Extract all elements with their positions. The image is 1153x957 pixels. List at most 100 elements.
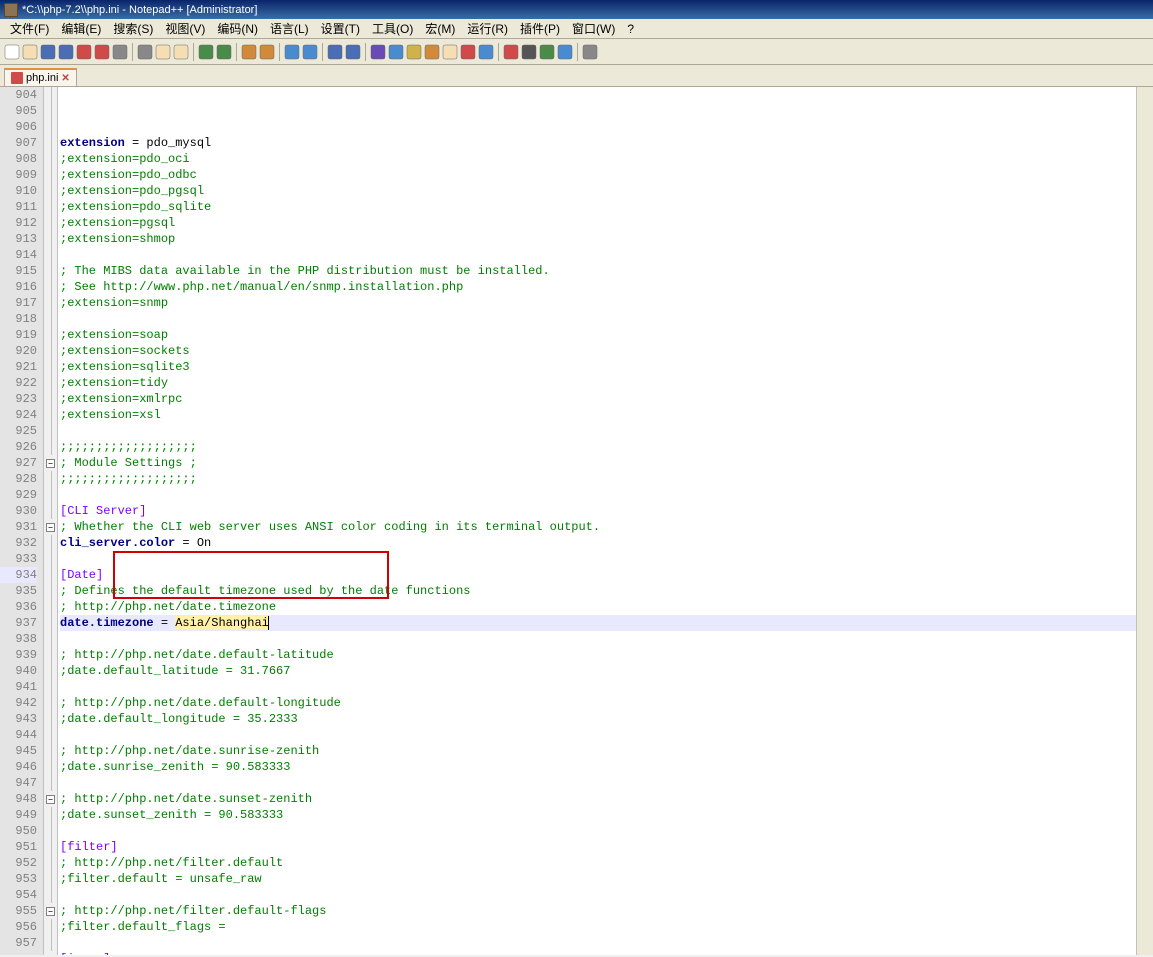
fold-toggle[interactable]: − (46, 459, 55, 468)
menu-o[interactable]: 工具(O) (366, 18, 419, 39)
copy-icon[interactable] (155, 44, 171, 60)
replace-icon[interactable] (259, 44, 275, 60)
code-line[interactable]: ;extension=tidy (60, 375, 1136, 391)
menu-s[interactable]: 搜索(S) (107, 18, 159, 39)
code-line[interactable] (60, 935, 1136, 951)
menu-n[interactable]: 编码(N) (211, 18, 264, 39)
macro-rec-icon[interactable] (503, 44, 519, 60)
monitor-icon[interactable] (582, 44, 598, 60)
code-line[interactable]: ;extension=pgsql (60, 215, 1136, 231)
code-line[interactable]: ;extension=xmlrpc (60, 391, 1136, 407)
fold-toggle[interactable]: − (46, 795, 55, 804)
menu-f[interactable]: 文件(F) (4, 18, 55, 39)
code-line[interactable]: ;;;;;;;;;;;;;;;;;;; (60, 471, 1136, 487)
menu-t[interactable]: 设置(T) (315, 18, 366, 39)
code-line[interactable] (60, 775, 1136, 791)
code-line[interactable]: ;filter.default = unsafe_raw (60, 871, 1136, 887)
print-icon[interactable] (112, 44, 128, 60)
code-line[interactable]: ; http://php.net/filter.default (60, 855, 1136, 871)
code-line[interactable] (60, 551, 1136, 567)
fold-toggle[interactable]: − (46, 907, 55, 916)
code-line[interactable] (60, 487, 1136, 503)
close-all-icon[interactable] (94, 44, 110, 60)
code-line[interactable] (60, 423, 1136, 439)
save-all-icon[interactable] (58, 44, 74, 60)
vertical-scrollbar[interactable] (1136, 87, 1153, 955)
code-line[interactable]: [iconv] (60, 951, 1136, 955)
code-line[interactable]: ;date.default_latitude = 31.7667 (60, 663, 1136, 679)
code-line[interactable]: ; http://php.net/date.sunset-zenith (60, 791, 1136, 807)
code-line[interactable]: ;extension=sockets (60, 343, 1136, 359)
code-line[interactable]: ;extension=soap (60, 327, 1136, 343)
code-line[interactable]: ;extension=pdo_sqlite (60, 199, 1136, 215)
menu-v[interactable]: 视图(V) (159, 18, 211, 39)
code-line[interactable]: ;extension=sqlite3 (60, 359, 1136, 375)
lang-icon[interactable] (424, 44, 440, 60)
open-icon[interactable] (22, 44, 38, 60)
menu-[interactable]: ? (621, 20, 640, 38)
code-line[interactable]: ;extension=pdo_odbc (60, 167, 1136, 183)
zoom-out-icon[interactable] (302, 44, 318, 60)
code-line[interactable] (60, 727, 1136, 743)
code-line[interactable]: ; http://php.net/date.default-longitude (60, 695, 1136, 711)
code-line[interactable]: ;extension=shmop (60, 231, 1136, 247)
func-list-icon[interactable] (478, 44, 494, 60)
indent-guide-icon[interactable] (406, 44, 422, 60)
redo-icon[interactable] (216, 44, 232, 60)
code-line[interactable]: ; http://php.net/date.default-latitude (60, 647, 1136, 663)
code-line[interactable]: ;extension=pdo_pgsql (60, 183, 1136, 199)
sync-h-icon[interactable] (345, 44, 361, 60)
menu-r[interactable]: 运行(R) (461, 18, 514, 39)
fold-column[interactable]: − − − − (44, 87, 58, 955)
code-line[interactable]: ;date.default_longitude = 35.2333 (60, 711, 1136, 727)
doc-map-icon[interactable] (460, 44, 476, 60)
macro-play-icon[interactable] (539, 44, 555, 60)
sync-v-icon[interactable] (327, 44, 343, 60)
code-line[interactable]: ; Defines the default timezone used by t… (60, 583, 1136, 599)
tab-php-ini[interactable]: php.ini ✕ (4, 68, 77, 86)
code-line[interactable]: ;extension=xsl (60, 407, 1136, 423)
code-line[interactable]: ;date.sunset_zenith = 90.583333 (60, 807, 1136, 823)
code-line[interactable]: ; http://php.net/date.sunrise-zenith (60, 743, 1136, 759)
code-line[interactable] (60, 631, 1136, 647)
menu-l[interactable]: 语言(L) (264, 18, 315, 39)
code-line[interactable]: ;date.sunrise_zenith = 90.583333 (60, 759, 1136, 775)
code-line[interactable]: ;;;;;;;;;;;;;;;;;;; (60, 439, 1136, 455)
close-icon[interactable]: ✕ (61, 73, 69, 84)
find-icon[interactable] (241, 44, 257, 60)
undo-icon[interactable] (198, 44, 214, 60)
code-line[interactable]: ;extension=snmp (60, 295, 1136, 311)
code-line[interactable]: ;extension=pdo_oci (60, 151, 1136, 167)
code-line[interactable]: [Date] (60, 567, 1136, 583)
save-icon[interactable] (40, 44, 56, 60)
code-line[interactable]: ; See http://www.php.net/manual/en/snmp.… (60, 279, 1136, 295)
close-icon[interactable] (76, 44, 92, 60)
macro-stop-icon[interactable] (521, 44, 537, 60)
code-line[interactable]: ; http://php.net/filter.default-flags (60, 903, 1136, 919)
menu-w[interactable]: 窗口(W) (566, 18, 621, 39)
code-line[interactable]: ;filter.default_flags = (60, 919, 1136, 935)
new-icon[interactable] (4, 44, 20, 60)
code-line[interactable]: ; Module Settings ; (60, 455, 1136, 471)
menu-m[interactable]: 宏(M) (419, 18, 461, 39)
paste-icon[interactable] (173, 44, 189, 60)
code-line[interactable] (60, 247, 1136, 263)
code-line[interactable] (60, 679, 1136, 695)
fold-toggle[interactable]: − (46, 523, 55, 532)
code-line[interactable] (60, 311, 1136, 327)
code-line[interactable]: ; Whether the CLI web server uses ANSI c… (60, 519, 1136, 535)
code-line[interactable]: [filter] (60, 839, 1136, 855)
menu-p[interactable]: 插件(P) (514, 18, 566, 39)
code-line[interactable] (60, 823, 1136, 839)
menu-e[interactable]: 编辑(E) (55, 18, 107, 39)
folder-icon[interactable] (442, 44, 458, 60)
editor-area[interactable]: 9049059069079089099109119129139149159169… (0, 87, 1153, 955)
code-area[interactable]: extension = pdo_mysql;extension=pdo_oci;… (58, 87, 1136, 955)
all-chars-icon[interactable] (388, 44, 404, 60)
code-line[interactable]: cli_server.color = On (60, 535, 1136, 551)
zoom-in-icon[interactable] (284, 44, 300, 60)
code-line[interactable] (60, 887, 1136, 903)
cut-icon[interactable] (137, 44, 153, 60)
code-line[interactable]: ; http://php.net/date.timezone (60, 599, 1136, 615)
code-line[interactable]: date.timezone = Asia/Shanghai (60, 615, 1136, 631)
